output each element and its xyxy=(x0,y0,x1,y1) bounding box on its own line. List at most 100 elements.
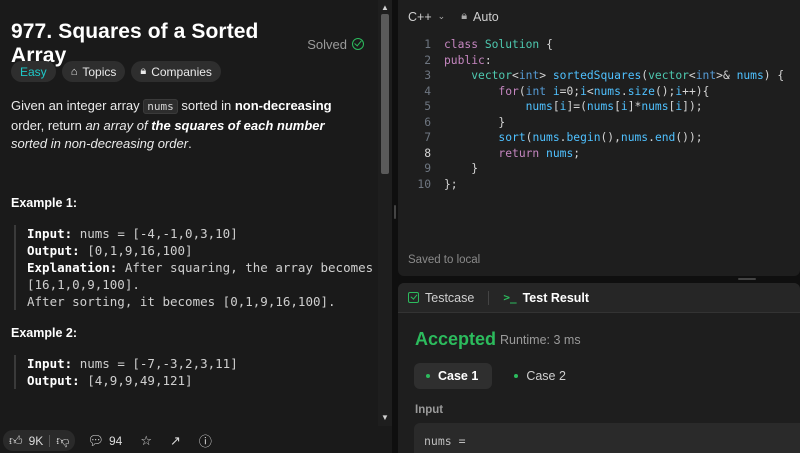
line-number: 8 xyxy=(424,146,431,160)
auto-mode-toggle[interactable]: 🔒︎ Auto xyxy=(461,10,499,24)
case-label: Case 1 xyxy=(438,369,479,383)
desc-text: Given an integer array xyxy=(11,98,144,113)
line-number: 4 xyxy=(424,84,431,98)
output-label: Output: xyxy=(27,243,80,258)
vote-divider xyxy=(49,434,51,447)
solved-status: Solved xyxy=(307,37,364,52)
code-text: } xyxy=(498,115,506,129)
code-text: public: xyxy=(444,53,492,67)
help-button[interactable]: ⓘ xyxy=(193,431,218,450)
tab-divider xyxy=(488,290,490,305)
code-text: return nums; xyxy=(498,146,581,160)
scroll-up-icon[interactable]: ▲ xyxy=(378,2,392,14)
comment-icon: 💬︎ xyxy=(87,432,104,448)
example-1-title: Example 1: xyxy=(11,196,78,210)
example-1-block: Input: nums = [-4,-1,0,3,10] Output: [0,… xyxy=(14,225,373,310)
mode-label: Auto xyxy=(473,9,499,24)
desc-text: order, return xyxy=(11,117,86,133)
pass-dot-icon xyxy=(514,374,519,378)
horizontal-resize-handle[interactable] xyxy=(398,276,800,283)
check-circle-icon xyxy=(352,38,364,50)
lock-icon: 🔒︎ xyxy=(140,65,147,77)
line-number: 7 xyxy=(424,131,431,144)
comment-count: 94 xyxy=(109,433,123,448)
line-number: 1 xyxy=(424,38,431,51)
companies-tag[interactable]: 🔒︎ Companies xyxy=(131,61,221,82)
verdict: Accepted xyxy=(415,329,497,349)
thumbs-up-icon[interactable]: 👍︎ xyxy=(9,433,23,449)
code-line[interactable]: 10}; xyxy=(398,177,800,193)
pass-dot-icon xyxy=(426,374,430,378)
checkbox-icon xyxy=(408,292,419,303)
tag-row: Easy ⌂ Topics 🔒︎ Companies xyxy=(11,61,221,82)
input-label: Input: xyxy=(27,356,73,371)
problem-description: Given an integer array nums sorted in no… xyxy=(11,97,356,154)
code-line[interactable]: 1 class Solution { xyxy=(398,37,800,53)
scroll-thumb[interactable] xyxy=(381,14,389,174)
chevron-down-icon: ⌄ xyxy=(437,11,446,21)
share-button[interactable]: ↗ xyxy=(164,433,187,449)
problem-action-bar: 👍︎ 9K 👎︎ 💬︎ 94 ☆ ↗ ⓘ xyxy=(0,428,392,453)
vote-group: 👍︎ 9K 👎︎ xyxy=(3,430,76,451)
code-area[interactable]: 1 class Solution { 2 public: 3 vector<int> s… xyxy=(398,37,800,192)
difficulty-tag[interactable]: Easy xyxy=(11,61,56,82)
thumbs-down-icon[interactable]: 👎︎ xyxy=(56,433,69,449)
desc-text: sorted in xyxy=(177,98,235,113)
code-text: } xyxy=(471,162,479,175)
example-explanation: [16,1,0,9,100]. xyxy=(27,277,140,292)
code-line[interactable]: 4 for(int i=0;i<nums.size();i++){ xyxy=(398,84,800,100)
code-line[interactable]: 7 sort(nums.begin(),nums.end()); xyxy=(398,130,800,146)
companies-label: Companies xyxy=(151,64,212,79)
comments-button[interactable]: 💬︎ 94 xyxy=(81,433,128,449)
favorite-button[interactable]: ☆ xyxy=(134,433,158,449)
explanation-label: Explanation: xyxy=(27,260,118,275)
help-icon: ⓘ xyxy=(198,434,212,449)
tab-test-result-label: Test Result xyxy=(522,290,590,305)
code-line[interactable]: 5 nums[i]=(nums[i]*nums[i]); xyxy=(398,99,800,115)
code-text: }; xyxy=(444,177,458,191)
problem-panel: 977. Squares of a Sorted Array Solved Ea… xyxy=(0,0,392,453)
code-text: class Solution { xyxy=(444,38,553,51)
example-2-block: Input: nums = [-7,-3,2,3,11] Output: [4,… xyxy=(14,355,238,389)
result-tabs: Testcase >_ Test Result xyxy=(398,283,800,313)
share-icon: ↗ xyxy=(170,432,181,448)
language-select[interactable]: C++ ⌄ xyxy=(408,10,445,24)
line-number: 9 xyxy=(424,162,431,175)
tab-testcase-label: Testcase xyxy=(425,290,475,305)
tab-testcase[interactable]: Testcase xyxy=(408,291,474,305)
inline-code: nums xyxy=(143,99,178,114)
tab-test-result[interactable]: >_ Test Result xyxy=(503,291,589,305)
desc-text: . xyxy=(188,136,192,151)
line-number: 2 xyxy=(424,53,431,67)
code-line[interactable]: 3 vector<int> sortedSquares(vector<int>&… xyxy=(398,68,800,84)
example-2-title: Example 2: xyxy=(11,326,78,340)
example-output: [0,1,9,16,100] xyxy=(87,243,193,258)
code-line[interactable]: 6 } xyxy=(398,115,800,131)
example-explanation: After sorting, it becomes [0,1,9,16,100]… xyxy=(27,294,336,309)
input-value-box: nums = xyxy=(414,423,800,453)
solved-label: Solved xyxy=(307,36,347,52)
code-line[interactable]: 8 return nums; xyxy=(398,146,800,162)
line-number: 5 xyxy=(424,100,431,113)
case-1-tab[interactable]: Case 1 xyxy=(414,363,493,389)
code-line[interactable]: 9 } xyxy=(398,161,800,177)
scroll-down-icon[interactable]: ▼ xyxy=(378,412,392,424)
line-number: 3 xyxy=(424,69,431,82)
line-number: 6 xyxy=(424,115,431,129)
save-status: Saved to local xyxy=(408,254,481,266)
problem-scrollbar[interactable]: ▲ ▼ xyxy=(378,0,392,426)
desc-bold-italic: the squares of each number xyxy=(151,117,325,133)
code-editor-panel: C++ ⌄ 🔒︎ Auto 1 class Solution {2 public: 3… xyxy=(398,0,800,276)
terminal-icon: >_ xyxy=(503,291,517,304)
code-line[interactable]: 2 public: xyxy=(398,53,800,69)
code-text: nums[i]=(nums[i]*nums[i]); xyxy=(525,100,703,113)
line-number: 10 xyxy=(417,177,431,191)
runtime: Runtime: 3 ms xyxy=(500,333,581,347)
example-explanation: After squaring, the array becomes xyxy=(124,260,374,275)
language-label: C++ xyxy=(408,9,432,24)
desc-italic: an array of xyxy=(85,117,152,133)
case-2-tab[interactable]: Case 2 xyxy=(502,363,580,389)
star-icon: ☆ xyxy=(140,432,153,448)
topics-tag[interactable]: ⌂ Topics xyxy=(61,61,126,82)
topics-label: Topics xyxy=(82,64,117,79)
